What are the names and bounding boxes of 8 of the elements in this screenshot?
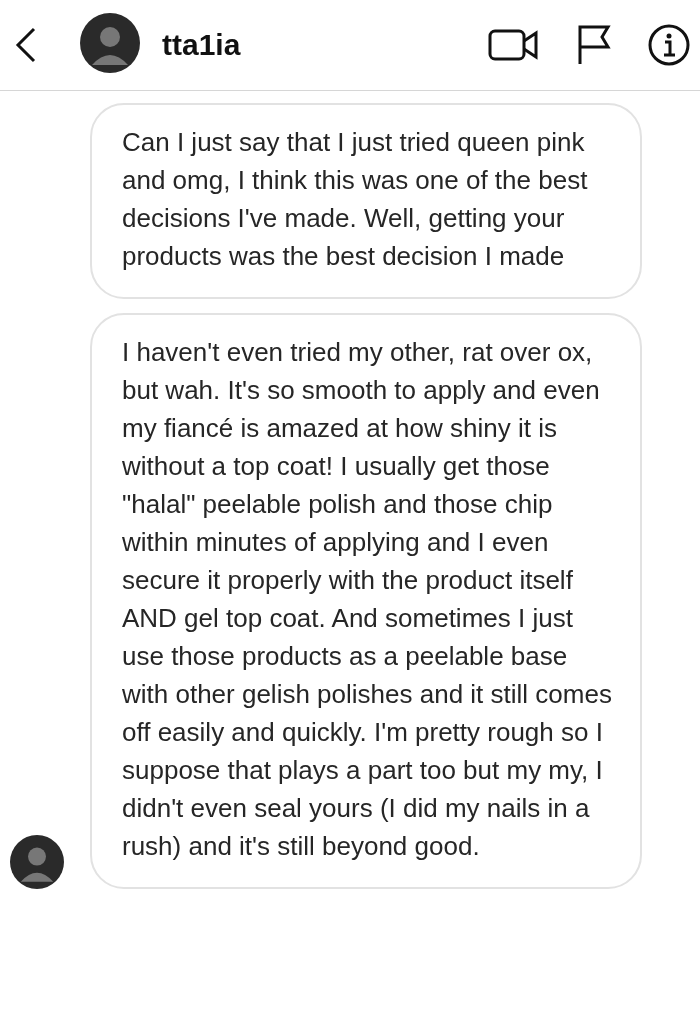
info-icon[interactable] [648,24,690,66]
video-call-icon[interactable] [488,27,540,63]
username: tta1ia [162,28,242,62]
avatar-icon [80,13,140,73]
flag-icon[interactable] [576,24,612,66]
avatar-icon [10,835,64,889]
message-bubble: Can I just say that I just tried queen pink and omg, I think this was one of the best decisions I've made. Well, getting your products was the best decision I made [90,103,642,299]
message-bubble: I haven't even tried my other, rat over ox, but wah. It's so smooth to apply and even my fiancé is amazed at how shiny it is without a top coat! I usually get those "halal" peelable polish and those chip within minutes of applying and I even secure it properly with the product itself AND gel top coat. And sometimes I just use those products as a peelable base with other gelish polishes and it still comes off easily and quickly. I'm pretty rough so I suppose that plays a part too but my my, I didn't even seal yours (I did my nails in a rush) and it's still beyond good. [90,313,642,889]
